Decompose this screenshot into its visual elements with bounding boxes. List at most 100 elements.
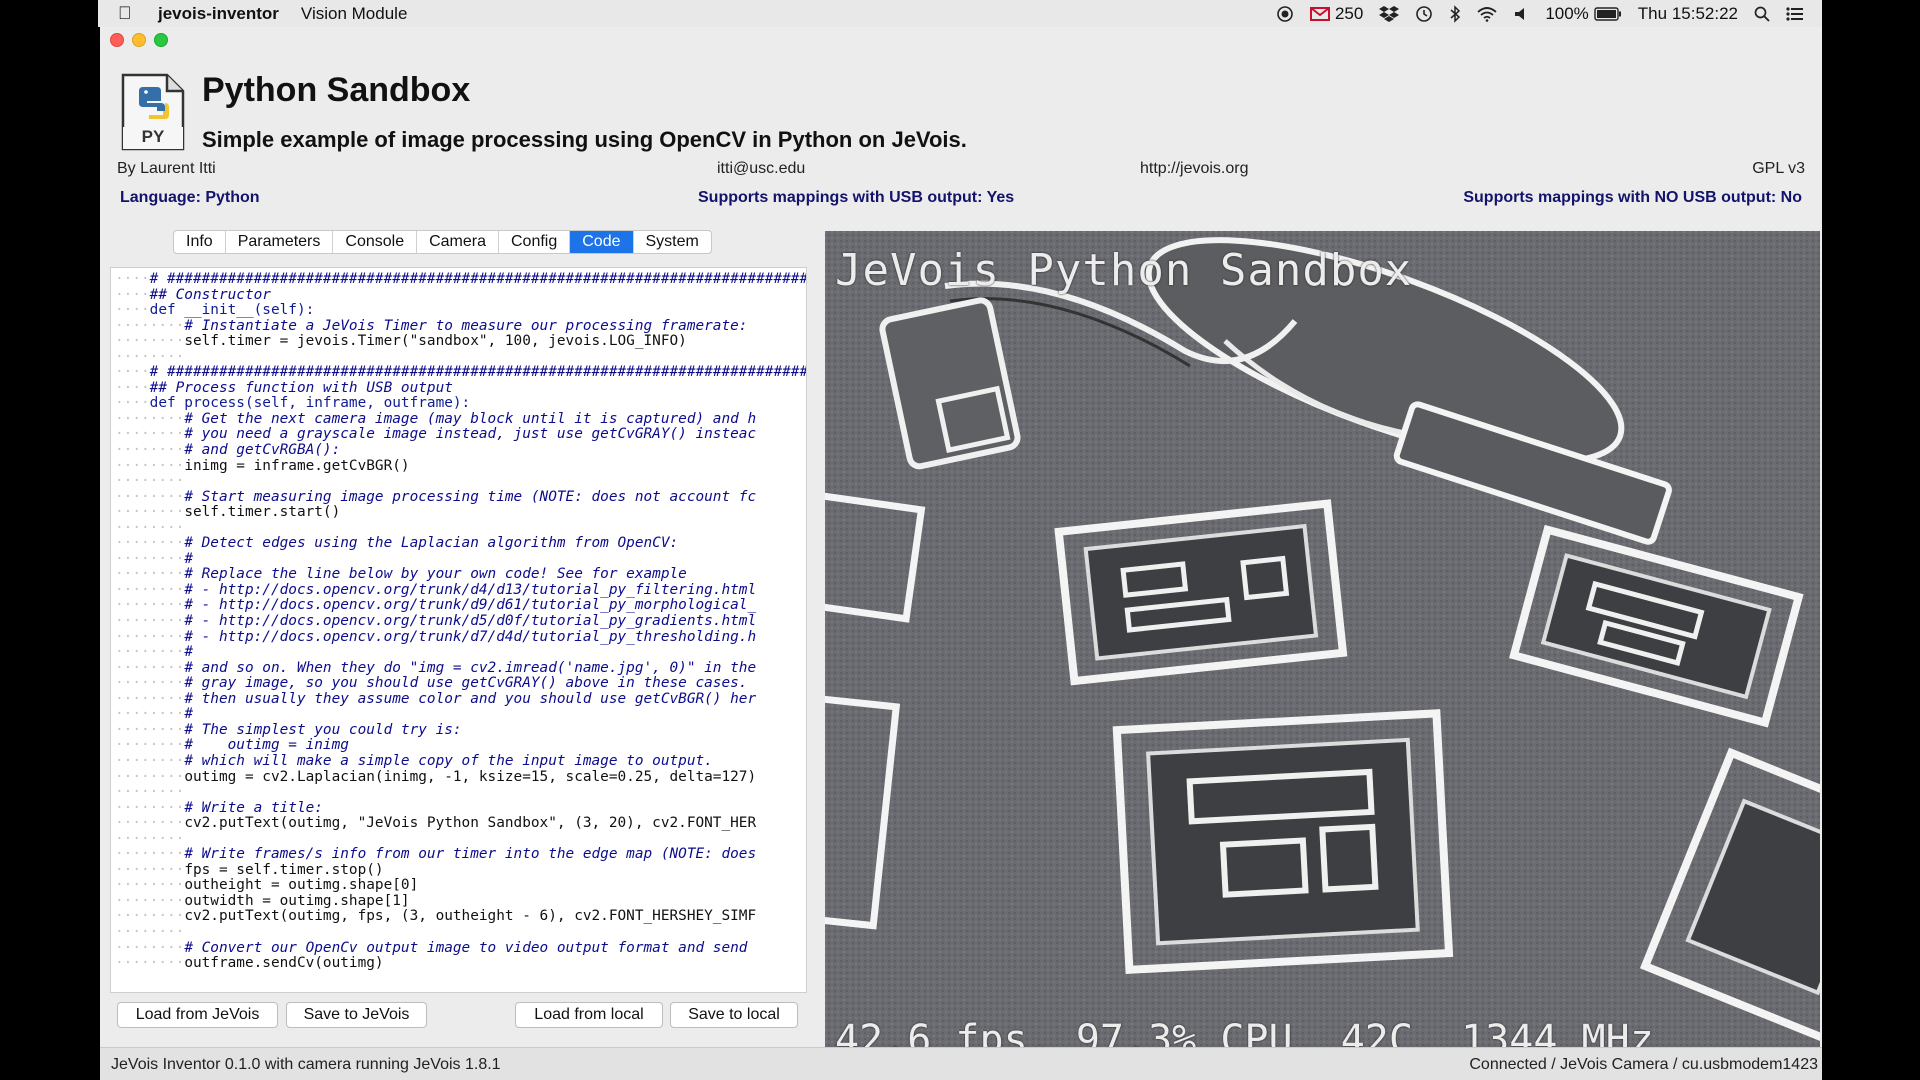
tab-parameters[interactable]: Parameters [226, 231, 334, 253]
app-menu[interactable]: jevois-inventor [158, 4, 279, 24]
bluetooth-icon[interactable] [1449, 4, 1461, 23]
save-to-local-button[interactable]: Save to local [670, 1002, 798, 1028]
code-line[interactable]: ····# ##################################… [115, 271, 806, 288]
tab-console[interactable]: Console [333, 231, 418, 253]
code-indent: ········ [115, 721, 185, 738]
code-line[interactable]: ········# then usually they assume color… [115, 690, 806, 708]
code-line[interactable]: ····def __init__(self): [115, 302, 806, 319]
code-line[interactable]: ········# and getCvRGBA(): [115, 442, 806, 459]
code-line[interactable]: ········# Write a title: [115, 800, 806, 817]
dropbox-icon[interactable] [1379, 5, 1400, 23]
minimize-window-button[interactable] [132, 33, 146, 47]
code-text-line: outheight = outimg.shape[0] [184, 877, 419, 894]
code-line[interactable]: ········# Convert our OpenCv output imag… [115, 940, 806, 957]
code-text-line: # - http://docs.opencv.org/trunk/d5/d0f/… [184, 613, 757, 630]
code-line[interactable]: ····## Process function with USB output [115, 380, 806, 397]
code-line[interactable]: ········# which will make a simple copy … [115, 753, 806, 770]
code-line[interactable]: ········# gray image, so you should use … [115, 675, 806, 692]
code-editor[interactable]: ····# ##################################… [110, 267, 807, 993]
mail-icon[interactable]: 250 [1309, 4, 1363, 24]
code-text-line: cv2.putText(outimg, fps, (3, outheight -… [184, 908, 757, 925]
code-line[interactable]: ········ [115, 784, 806, 801]
code-line[interactable]: ········# The simplest you could try is: [115, 721, 806, 739]
zoom-window-button[interactable] [154, 33, 168, 47]
tab-camera[interactable]: Camera [417, 231, 499, 253]
record-icon[interactable] [1276, 5, 1294, 23]
code-line[interactable]: ········# [115, 550, 806, 568]
code-indent: ········ [115, 457, 185, 474]
code-indent: ········ [115, 473, 185, 490]
code-indent: ········ [115, 861, 185, 878]
tab-info[interactable]: Info [174, 231, 226, 253]
time-machine-icon[interactable] [1415, 5, 1433, 23]
wifi-icon[interactable] [1477, 6, 1497, 22]
code-line[interactable]: ········outwidth = outimg.shape[1] [115, 893, 806, 910]
code-line[interactable]: ········cv2.putText(outimg, "JeVois Pyth… [115, 815, 806, 832]
tab-code[interactable]: Code [570, 231, 634, 253]
code-line[interactable]: ········outheight = outimg.shape[0] [115, 878, 806, 894]
code-line[interactable]: ····def process(self, inframe, outframe)… [115, 396, 806, 412]
code-line[interactable]: ········inimg = inframe.getCvBGR() [115, 457, 806, 475]
code-line[interactable]: ········# - http://docs.opencv.org/trunk… [115, 582, 806, 599]
module-license: GPL v3 [1752, 160, 1805, 177]
code-line[interactable]: ········# - http://docs.opencv.org/trunk… [115, 598, 806, 614]
close-window-button[interactable] [110, 33, 124, 47]
code-line[interactable]: ········# Detect edges using the Laplaci… [115, 536, 806, 552]
code-line[interactable]: ········# [115, 644, 806, 661]
code-line[interactable]: ········ [115, 349, 806, 366]
code-indent: ···· [115, 395, 150, 412]
code-indent: ···· [115, 286, 150, 303]
code-line[interactable]: ········ [115, 473, 806, 490]
code-indent: ········ [115, 908, 185, 925]
code-text-line: # then usually they assume color and you… [184, 690, 757, 707]
code-line[interactable]: ········outframe.sendCv(outimg) [115, 955, 806, 972]
save-to-jevois-button[interactable]: Save to JeVois [286, 1002, 427, 1028]
code-line[interactable]: ········# - http://docs.opencv.org/trunk… [115, 629, 806, 646]
code-line[interactable]: ········cv2.putText(outimg, fps, (3, out… [115, 909, 806, 925]
code-line[interactable]: ········# [115, 707, 806, 723]
code-text-line: self.timer.start() [184, 504, 341, 521]
tab-system[interactable]: System [634, 231, 711, 253]
video-overlay-title: JeVois Python Sandbox [835, 245, 1413, 296]
code-line[interactable]: ········# Start measuring image processi… [115, 489, 806, 506]
code-indent: ········ [115, 690, 185, 707]
code-line[interactable]: ····## Constructor [115, 286, 806, 304]
camera-video-view[interactable]: JeVois Python Sandbox 42.6 fps, 97.3% CP… [825, 231, 1820, 1071]
code-line[interactable]: ········# Get the next camera image (may… [115, 411, 806, 428]
notification-center-icon[interactable] [1786, 6, 1804, 21]
clock[interactable]: Thu 15:52:22 [1638, 4, 1738, 24]
code-line[interactable]: ········self.timer = jevois.Timer("sandb… [115, 333, 806, 350]
window-titlebar [100, 27, 1822, 53]
load-from-local-button[interactable]: Load from local [515, 1002, 663, 1028]
tab-config[interactable]: Config [499, 231, 571, 253]
code-indent: ········ [115, 535, 185, 552]
spotlight-search-icon[interactable] [1754, 6, 1770, 22]
code-line[interactable]: ········# you need a grayscale image ins… [115, 427, 806, 443]
code-text-line: # Instantiate a JeVois Timer to measure … [184, 317, 748, 334]
module-title: Python Sandbox [202, 71, 471, 109]
code-line[interactable]: ········ [115, 520, 806, 537]
code-indent: ········ [115, 566, 185, 583]
code-line[interactable]: ········# Instantiate a JeVois Timer to … [115, 317, 806, 335]
load-from-jevois-button[interactable]: Load from JeVois [117, 1002, 278, 1028]
code-line[interactable]: ········# - http://docs.opencv.org/trunk… [115, 613, 806, 630]
code-text[interactable]: ····# ##################################… [111, 268, 806, 972]
code-line[interactable]: ········# and so on. When they do "img =… [115, 660, 806, 677]
code-indent: ···· [115, 364, 150, 381]
vision-module-menu[interactable]: Vision Module [301, 4, 407, 24]
code-indent: ········ [115, 504, 185, 521]
code-line[interactable]: ········# outimg = inimg [115, 738, 806, 754]
volume-icon[interactable] [1513, 6, 1529, 22]
code-line[interactable]: ········self.timer.start() [115, 504, 806, 521]
code-line[interactable]: ········outimg = cv2.Laplacian(inimg, -1… [115, 769, 806, 786]
code-line[interactable]: ····# ##################################… [115, 365, 806, 381]
module-description: Simple example of image processing using… [202, 127, 967, 152]
battery-status[interactable]: 100% [1545, 4, 1621, 24]
apple-icon[interactable]:  [118, 3, 142, 24]
code-line[interactable]: ········# Write frames/s info from our t… [115, 846, 806, 863]
code-line[interactable]: ········# Replace the line below by your… [115, 567, 806, 583]
code-line[interactable]: ········fps = self.timer.stop() [115, 861, 806, 879]
code-line[interactable]: ········ [115, 831, 806, 848]
code-line[interactable]: ········ [115, 924, 806, 941]
code-text-line: # [184, 550, 193, 567]
